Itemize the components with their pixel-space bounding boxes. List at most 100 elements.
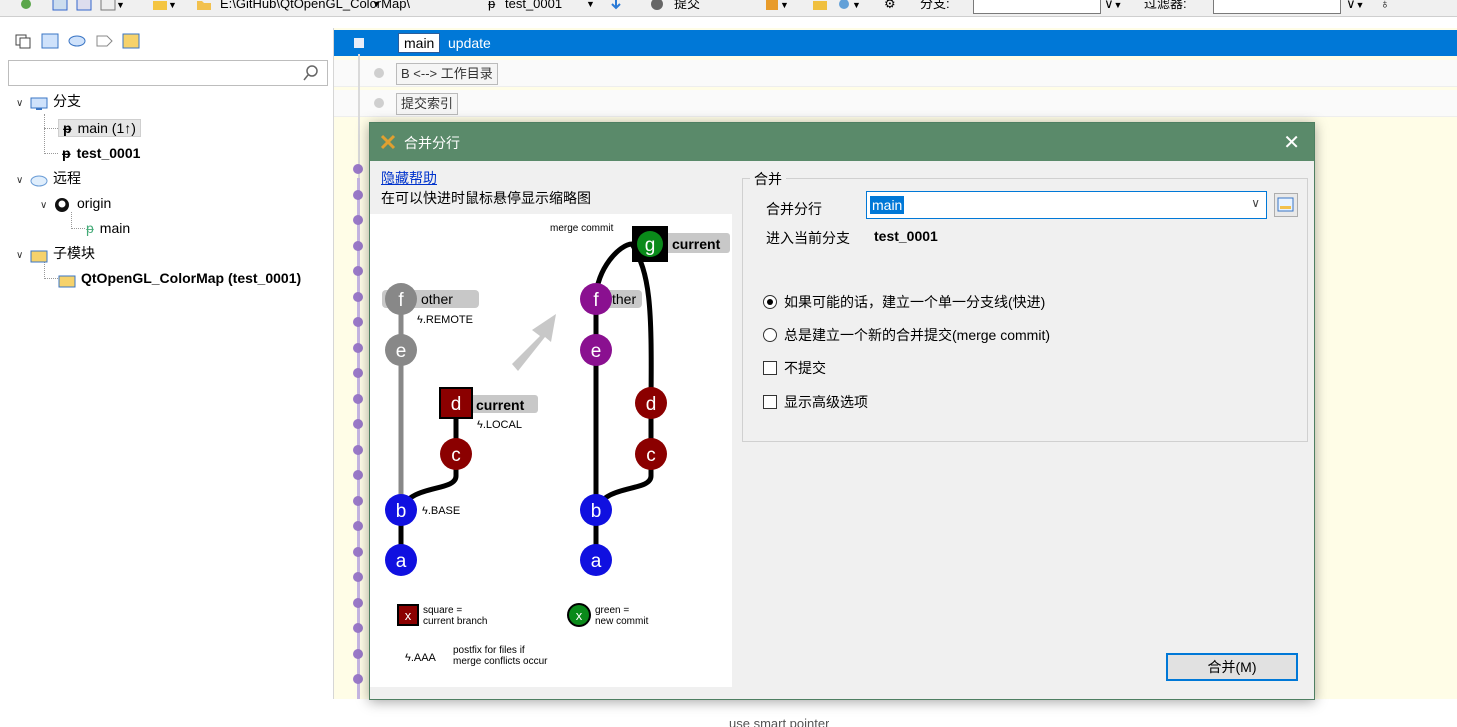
filter-funnel-icon[interactable]: ⊽▼: [1346, 0, 1364, 13]
merged-line: [629, 242, 654, 401]
submodule-folder-icon: [58, 272, 76, 288]
graph-node: [353, 241, 363, 251]
repo-path[interactable]: E:\GitHub\QtOpenGL_ColorMap\: [220, 0, 410, 13]
merge-commit-option[interactable]: 总是建立一个新的合并提交(merge commit): [763, 325, 1050, 345]
tags-icon[interactable]: [95, 33, 113, 49]
commit-row-selected[interactable]: main update: [334, 30, 1457, 56]
tag-icon[interactable]: [812, 0, 828, 13]
graph-node: [353, 496, 363, 506]
graph-node: [353, 368, 363, 378]
branch-tools-icon[interactable]: ▼: [764, 0, 789, 13]
remote-main-label: main: [99, 220, 131, 236]
commit-row-workdir[interactable]: B <--> 工作目录: [334, 60, 1457, 87]
tree-line: [44, 262, 45, 279]
checkbox[interactable]: [763, 361, 777, 375]
tree-node-remotes[interactable]: ∨ 远程: [16, 167, 81, 189]
head-square-icon: [354, 38, 364, 48]
folder-icon[interactable]: [196, 0, 212, 13]
other-partial-label: ther: [612, 291, 636, 307]
tree-line: [44, 128, 58, 129]
branch-filter-combo[interactable]: [973, 0, 1101, 14]
branch-search-input[interactable]: [8, 60, 328, 86]
tree-branch-main[interactable]: ᵽ main (1↑): [58, 117, 141, 139]
checkbox[interactable]: [763, 395, 777, 409]
tree-node-branches[interactable]: ∨ 分支: [16, 90, 81, 112]
repo-dropdown-icon[interactable]: ▼: [372, 0, 381, 13]
branches-label: 分支: [53, 93, 81, 109]
merge-commit-label: 总是建立一个新的合并提交(merge commit): [784, 327, 1051, 343]
legend-square-text2: current branch: [423, 616, 487, 627]
remote-cloud-icon[interactable]: [68, 33, 86, 49]
refresh-icon[interactable]: [18, 0, 34, 13]
tree-branch-test[interactable]: ᵽ test_0001: [62, 142, 140, 164]
node-g-label: g: [645, 235, 656, 256]
commit-button[interactable]: 提交: [674, 0, 700, 13]
branch-main-label: main (1↑): [77, 120, 136, 136]
node-c-label: c: [451, 445, 461, 466]
node-f-label: f: [398, 290, 404, 311]
stash-icon[interactable]: ▼: [152, 0, 177, 13]
current-label-merged: current: [672, 236, 721, 252]
settings-gear-icon[interactable]: ⚙: [884, 0, 896, 13]
commit-row-index[interactable]: 提交索引: [334, 90, 1457, 117]
chevron-down-icon[interactable]: ∨: [16, 93, 30, 115]
submodules-icon[interactable]: [122, 33, 140, 49]
chevron-down-icon[interactable]: ∨: [16, 245, 30, 267]
local-branches-icon[interactable]: [41, 33, 59, 49]
graph-node: [353, 317, 363, 327]
commit-check-icon[interactable]: [650, 0, 666, 13]
tree-line: [71, 212, 72, 229]
graph-node: [353, 190, 363, 200]
filter-input[interactable]: [1213, 0, 1341, 14]
tree-node-origin[interactable]: ∨ origin: [40, 192, 111, 214]
branch-dropdown-icon[interactable]: ▼: [586, 0, 595, 13]
close-icon[interactable]: ✕: [1283, 130, 1300, 155]
tree-remote-main[interactable]: ᵽ main: [86, 217, 130, 239]
other-label: other: [421, 291, 453, 307]
graph-node: [353, 292, 363, 302]
graph-node: [374, 98, 384, 108]
no-commit-label: 不提交: [784, 360, 826, 376]
search-icon[interactable]: [303, 65, 319, 81]
merge-branch-combo[interactable]: main ∨: [866, 191, 1267, 219]
copy-icon[interactable]: [14, 33, 32, 49]
branch-selector[interactable]: test_0001: [505, 0, 562, 13]
tree-line: [44, 114, 45, 154]
dialog-title-bar: 合并分行 ✕: [370, 123, 1314, 161]
pull-icon[interactable]: [608, 0, 624, 13]
fast-forward-label: 如果可能的话，建立一个单一分支线(快进): [784, 294, 1046, 310]
no-commit-option[interactable]: 不提交: [763, 358, 826, 378]
radio-unselected[interactable]: [763, 328, 777, 342]
layout-icon[interactable]: [52, 0, 68, 13]
origin-label: origin: [77, 195, 112, 211]
merge-icon[interactable]: ▼: [836, 0, 861, 13]
radio-selected[interactable]: [763, 295, 777, 309]
chevron-down-icon[interactable]: ∨: [1251, 196, 1260, 210]
graph-node: [353, 572, 363, 582]
remote-suffix: ϟ.REMOTE: [417, 314, 473, 326]
merge-branch-label: 合并分行: [766, 201, 822, 217]
node-a-merged: a: [591, 551, 602, 572]
node-b-label: b: [396, 501, 407, 522]
pick-branch-button[interactable]: [1274, 193, 1298, 217]
chevron-down-icon[interactable]: ∨: [40, 195, 54, 217]
chevron-down-icon[interactable]: ∨: [16, 170, 30, 192]
layout3-icon[interactable]: ▼: [100, 0, 125, 13]
tree-submodule-item[interactable]: QtOpenGL_ColorMap (test_0001): [58, 267, 301, 289]
fast-forward-option[interactable]: 如果可能的话，建立一个单一分支线(快进): [763, 292, 1045, 312]
into-branch-label: 进入当前分支: [766, 230, 850, 246]
layout2-icon[interactable]: [76, 0, 92, 13]
branch-main-selected[interactable]: ᵽ main (1↑): [58, 119, 141, 137]
legend-green-text: green =: [595, 605, 629, 616]
hide-help-link[interactable]: 隐藏帮助: [381, 168, 437, 188]
tree-node-submodules[interactable]: ∨ 子模块: [16, 242, 95, 264]
graph-node: [353, 215, 363, 225]
advanced-options-option[interactable]: 显示高级选项: [763, 392, 868, 412]
funnel-icon[interactable]: ⊽▼: [1104, 0, 1122, 13]
base-suffix: ϟ.BASE: [422, 505, 460, 517]
graph-node: [353, 470, 363, 480]
graph-node: [353, 649, 363, 659]
github-icon: [54, 197, 72, 213]
merge-ok-button[interactable]: 合并(M): [1166, 653, 1298, 681]
pin-icon[interactable]: ♁: [1380, 0, 1390, 13]
